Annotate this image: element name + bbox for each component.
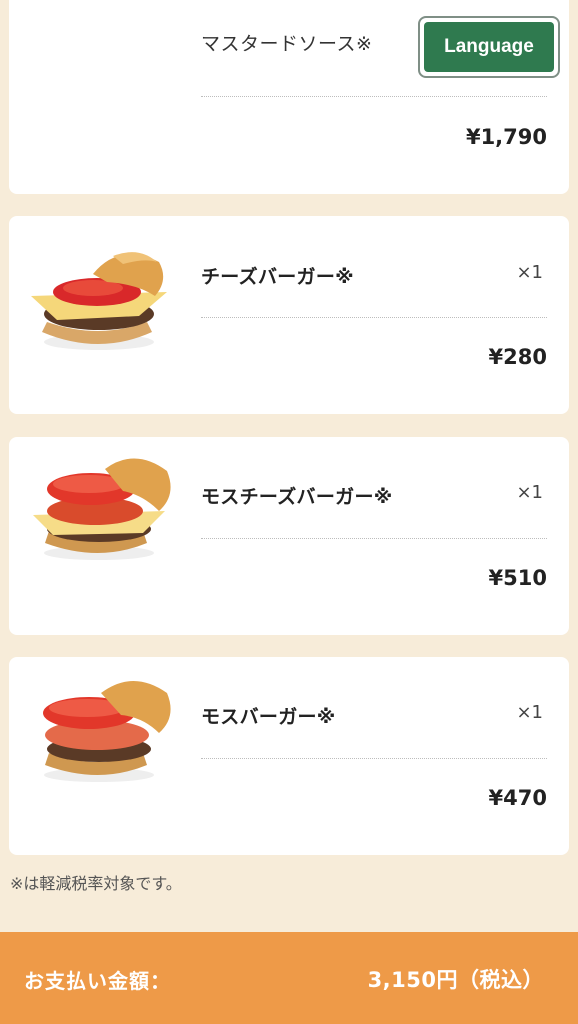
payment-total: 3,150円（税込） [367, 968, 544, 992]
order-item-card: モスバーガー※ ×1 ¥470 [9, 657, 569, 855]
item-quantity: ×1 [516, 702, 543, 723]
cheese-burger-image [31, 252, 167, 350]
mos-burger-image [43, 681, 171, 782]
tax-note: ※は軽減税率対象です。 [10, 874, 182, 893]
item-name: モスチーズバーガー※ [201, 486, 393, 508]
divider [201, 758, 547, 759]
item-price: ¥510 [488, 566, 547, 590]
item-quantity: ×1 [516, 482, 543, 503]
item-name: チーズバーガー※ [201, 266, 354, 288]
language-button[interactable]: Language [418, 16, 560, 78]
order-item-card: モスチーズバーガー※ ×1 ¥510 [9, 437, 569, 635]
mos-cheese-burger-image [33, 458, 171, 560]
item-name: モスバーガー※ [201, 706, 336, 728]
divider [201, 317, 547, 318]
item-price: ¥470 [488, 786, 547, 810]
order-item-card: チーズバーガー※ ×1 ¥280 [9, 216, 569, 414]
option-text: マスタードソース※ [201, 33, 373, 55]
payment-label: お支払い金額： [24, 969, 171, 993]
divider [201, 538, 547, 539]
divider [201, 96, 547, 97]
item-quantity: ×1 [516, 262, 543, 283]
language-button-label: Language [424, 22, 554, 72]
payment-total-bar: お支払い金額： 3,150円（税込） [0, 932, 578, 1024]
item-price: ¥1,790 [465, 125, 547, 149]
item-price: ¥280 [488, 345, 547, 369]
